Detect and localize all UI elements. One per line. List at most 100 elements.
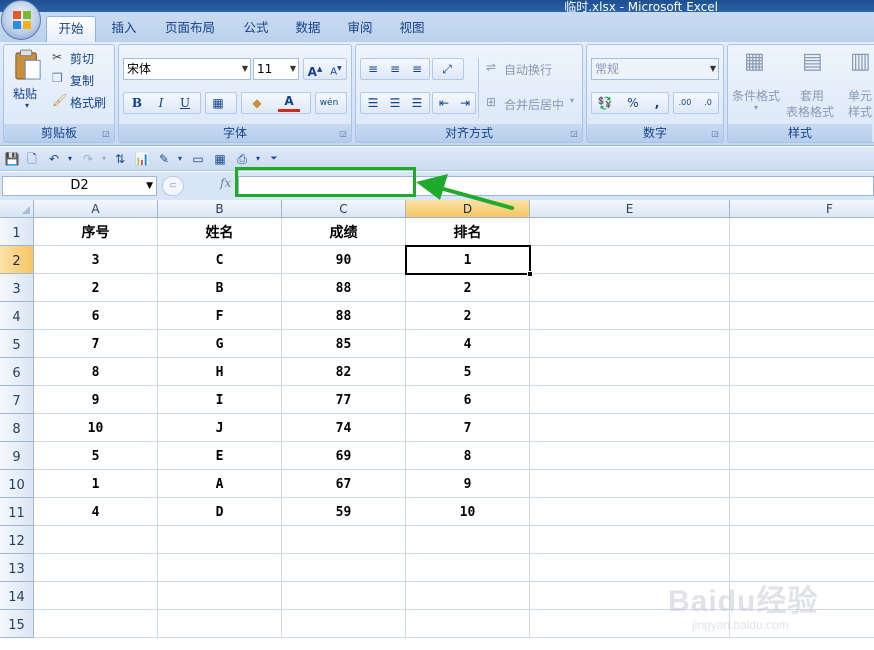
cell-b11[interactable]: D xyxy=(158,498,282,526)
row-header-11[interactable]: 11 xyxy=(0,498,34,526)
row-header-1[interactable]: 1 xyxy=(0,218,34,246)
shrink-font-icon[interactable]: A▼ xyxy=(325,59,347,79)
tab-review[interactable]: 审阅 xyxy=(338,16,382,42)
cell-f9[interactable] xyxy=(730,442,874,470)
cell-a13[interactable] xyxy=(34,554,158,582)
row-header-7[interactable]: 7 xyxy=(0,386,34,414)
decrease-indent-icon[interactable]: ⇤ xyxy=(433,93,455,113)
cell-e8[interactable] xyxy=(530,414,730,442)
cell-d14[interactable] xyxy=(406,582,530,610)
column-header-d[interactable]: D xyxy=(406,200,530,218)
fill-handle[interactable] xyxy=(527,271,533,277)
tab-insert[interactable]: 插入 xyxy=(102,16,146,42)
cell-e1[interactable] xyxy=(530,218,730,246)
align-right-icon[interactable]: ☰ xyxy=(406,93,428,113)
row-header-3[interactable]: 3 xyxy=(0,274,34,302)
cell-f11[interactable] xyxy=(730,498,874,526)
chevron-down-icon[interactable]: ▾ xyxy=(62,151,78,167)
cell-e6[interactable] xyxy=(530,358,730,386)
row-header-8[interactable]: 8 xyxy=(0,414,34,442)
cell-d4[interactable]: 2 xyxy=(406,302,530,330)
cell-a11[interactable]: 4 xyxy=(34,498,158,526)
cell-b14[interactable] xyxy=(158,582,282,610)
cell-f3[interactable] xyxy=(730,274,874,302)
cell-e12[interactable] xyxy=(530,526,730,554)
customize-toolbar-icon[interactable]: ⏷ xyxy=(266,151,282,167)
cell-c11[interactable]: 59 xyxy=(282,498,406,526)
cell-e11[interactable] xyxy=(530,498,730,526)
cell-d6[interactable]: 5 xyxy=(406,358,530,386)
borders-button[interactable]: ▦ xyxy=(205,92,237,114)
align-bottom-icon[interactable]: ≡ xyxy=(406,59,428,79)
increase-indent-icon[interactable]: ⇥ xyxy=(454,93,476,113)
tab-page-layout[interactable]: 页面布局 xyxy=(158,16,222,42)
column-header-f[interactable]: F xyxy=(730,200,874,218)
cell-b15[interactable] xyxy=(158,610,282,638)
dialog-launcher-icon[interactable]: ◲ xyxy=(101,129,111,139)
cell-a6[interactable]: 8 xyxy=(34,358,158,386)
cell-a10[interactable]: 1 xyxy=(34,470,158,498)
cell-c8[interactable]: 74 xyxy=(282,414,406,442)
cell-a12[interactable] xyxy=(34,526,158,554)
cell-b7[interactable]: I xyxy=(158,386,282,414)
column-header-a[interactable]: A xyxy=(34,200,158,218)
cell-f8[interactable] xyxy=(730,414,874,442)
cell-d2[interactable]: 1 xyxy=(406,246,530,274)
chart-icon[interactable]: 📊 xyxy=(134,151,150,167)
table-icon[interactable]: ▦ xyxy=(212,151,228,167)
office-button[interactable] xyxy=(1,0,41,40)
row-header-12[interactable]: 12 xyxy=(0,526,34,554)
row-header-13[interactable]: 13 xyxy=(0,554,34,582)
cell-a9[interactable]: 5 xyxy=(34,442,158,470)
cancel-icon[interactable]: ⊂ xyxy=(162,176,184,196)
cell-d3[interactable]: 2 xyxy=(406,274,530,302)
cell-b6[interactable]: H xyxy=(158,358,282,386)
cell-a7[interactable]: 9 xyxy=(34,386,158,414)
chevron-down-icon[interactable]: ▾ xyxy=(172,151,188,167)
insert-function-icon[interactable]: fx xyxy=(220,176,231,190)
font-color-icon[interactable]: A xyxy=(278,93,300,112)
cell-c3[interactable]: 88 xyxy=(282,274,406,302)
align-left-icon[interactable]: ☰ xyxy=(362,93,384,113)
cell-d12[interactable] xyxy=(406,526,530,554)
cell-b13[interactable] xyxy=(158,554,282,582)
dialog-launcher-icon[interactable]: ◲ xyxy=(338,129,348,139)
redo-icon[interactable]: ↷ xyxy=(80,151,96,167)
cell-d8[interactable]: 7 xyxy=(406,414,530,442)
align-top-icon[interactable]: ≡ xyxy=(362,59,384,79)
cell-d1[interactable]: 排名 xyxy=(406,218,530,246)
row-header-5[interactable]: 5 xyxy=(0,330,34,358)
cell-d5[interactable]: 4 xyxy=(406,330,530,358)
cell-d11[interactable]: 10 xyxy=(406,498,530,526)
dialog-launcher-icon[interactable]: ◲ xyxy=(569,129,579,139)
cell-c2[interactable]: 90 xyxy=(282,246,406,274)
cell-e2[interactable] xyxy=(530,246,730,274)
cell-f1[interactable] xyxy=(730,218,874,246)
cell-c12[interactable] xyxy=(282,526,406,554)
cell-d7[interactable]: 6 xyxy=(406,386,530,414)
bold-button[interactable]: B xyxy=(126,93,148,113)
percent-button[interactable]: % xyxy=(622,93,644,113)
save-icon[interactable]: 💾 xyxy=(4,151,20,167)
cell-e4[interactable] xyxy=(530,302,730,330)
grow-font-icon[interactable]: A▲ xyxy=(304,59,326,79)
cell-c9[interactable]: 69 xyxy=(282,442,406,470)
cell-b2[interactable]: C xyxy=(158,246,282,274)
column-header-e[interactable]: E xyxy=(530,200,730,218)
row-header-10[interactable]: 10 xyxy=(0,470,34,498)
conditional-format-button[interactable]: ▦ 条件格式 ▾ xyxy=(730,49,786,119)
cell-e9[interactable] xyxy=(530,442,730,470)
tab-view[interactable]: 视图 xyxy=(390,16,434,42)
undo-icon[interactable]: ↶ xyxy=(46,151,62,167)
cell-f4[interactable] xyxy=(730,302,874,330)
font-name-combo[interactable]: 宋体 ▼ xyxy=(123,58,251,80)
underline-button[interactable]: U xyxy=(174,93,196,113)
align-middle-icon[interactable]: ≡ xyxy=(384,59,406,79)
dialog-launcher-icon[interactable]: ◲ xyxy=(710,129,720,139)
row-header-4[interactable]: 4 xyxy=(0,302,34,330)
cell-c15[interactable] xyxy=(282,610,406,638)
row-header-2[interactable]: 2 xyxy=(0,246,34,274)
phonetic-button[interactable]: wén xyxy=(315,92,347,114)
edit-icon[interactable]: ✎ xyxy=(156,151,172,167)
cell-f6[interactable] xyxy=(730,358,874,386)
